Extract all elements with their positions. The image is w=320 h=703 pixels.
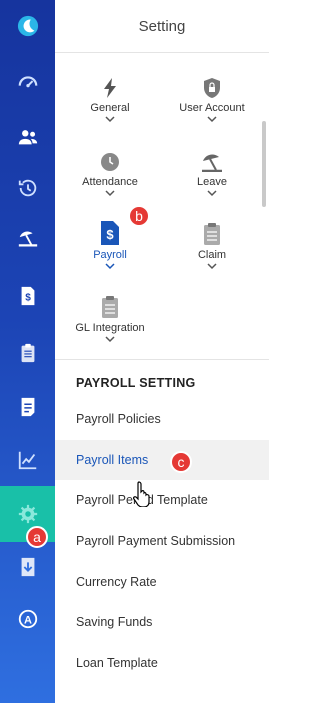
clock-icon [57,146,163,172]
chevron-down-icon [57,261,163,273]
settings-list: Payroll Policies Payroll Items Payroll P… [55,399,269,683]
clipboard-icon[interactable] [0,333,55,373]
app-window: $ A Setting General User Account Attenda… [0,0,269,703]
left-nav-rail: $ A [0,0,55,703]
app-logo-moon-icon[interactable] [0,6,55,46]
module-user-account[interactable]: User Account [159,72,265,126]
chevron-down-icon [159,114,265,126]
chevron-down-icon [159,188,265,200]
annotation-badge-b: b [128,205,150,227]
module-leave[interactable]: Leave [159,146,265,200]
panel-header: Setting [55,0,269,53]
dashboard-icon[interactable] [0,62,55,102]
annotation-badge-a: a [26,526,48,548]
clipboard-icon [159,219,265,245]
module-attendance[interactable]: Attendance [57,146,163,200]
chevron-down-icon [159,261,265,273]
module-gl-integration[interactable]: GL Integration [57,292,163,346]
people-icon[interactable] [0,117,55,157]
lock-a-icon[interactable]: A [0,599,55,639]
setting-item-payroll-period-template[interactable]: Payroll Period Template [55,480,269,521]
svg-text:A: A [24,615,32,627]
leave-beach-icon[interactable] [0,218,55,258]
setting-item-payroll-items[interactable]: Payroll Items [55,439,269,481]
module-payroll[interactable]: $ Payroll [57,219,163,273]
module-label: Attendance [82,176,138,188]
module-grid: General User Account Attendance Leave $ … [55,53,269,360]
lock-icon [159,72,265,98]
module-label: Claim [197,249,227,261]
clipboard-list-icon [57,292,163,318]
dollar-document-icon[interactable]: $ [0,276,55,316]
history-clock-icon[interactable] [0,168,55,208]
chevron-down-icon [57,188,163,200]
setting-item-payroll-payment-submission[interactable]: Payroll Payment Submission [55,521,269,562]
setting-item-saving-funds[interactable]: Saving Funds [55,602,269,643]
page-title: Setting [138,17,186,35]
module-label: Payroll [93,249,127,261]
module-label: Leave [197,176,227,188]
module-claim[interactable]: Claim [159,219,265,273]
setting-item-currency-rate[interactable]: Currency Rate [55,561,269,602]
module-label: User Account [179,102,245,114]
chevron-down-icon [57,334,163,346]
module-general[interactable]: General [57,72,163,126]
annotation-badge-c: c [170,451,192,473]
settings-panel: Setting General User Account Attendance … [55,0,269,703]
module-label: GL Integration [75,322,145,334]
hand-cursor-icon [133,481,153,508]
section-title: PAYROLL SETTING [76,376,196,390]
svg-text:$: $ [106,227,114,242]
lightning-icon [57,72,163,98]
download-icon[interactable] [0,547,55,587]
chevron-down-icon [57,114,163,126]
beach-umbrella-icon [159,146,265,172]
module-label: General [90,102,130,114]
setting-item-loan-template[interactable]: Loan Template [55,643,269,684]
line-chart-icon[interactable] [0,440,55,480]
setting-item-payroll-policies[interactable]: Payroll Policies [55,399,269,440]
document-icon[interactable] [0,387,55,427]
svg-text:$: $ [25,293,31,304]
